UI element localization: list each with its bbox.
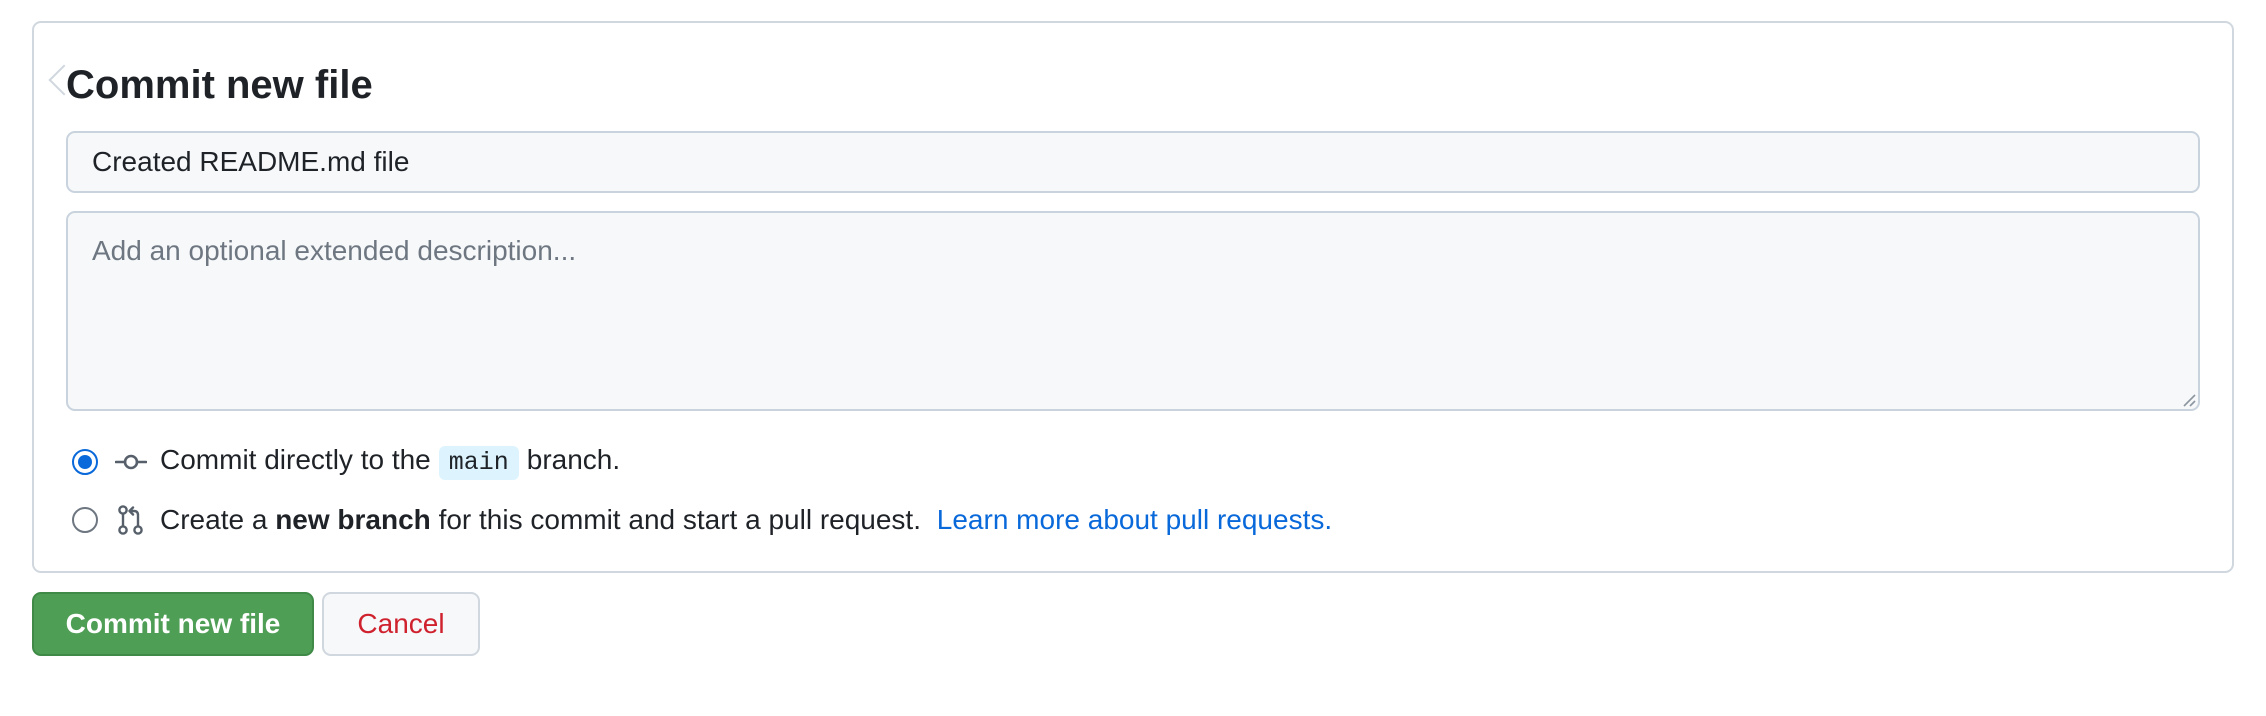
commit-description-textarea[interactable] — [66, 211, 2200, 411]
commit-new-file-button[interactable]: Commit new file — [32, 592, 314, 656]
commit-direct-option[interactable]: Commit directly to the main branch. — [72, 442, 620, 482]
new-branch-prefix: Create a — [160, 504, 268, 535]
new-branch-radio[interactable] — [72, 507, 98, 533]
new-branch-label: Create a new branch for this commit and … — [160, 504, 1332, 536]
resize-grip-icon[interactable] — [2180, 391, 2196, 407]
commit-direct-suffix: branch. — [526, 444, 621, 475]
new-branch-bold: new branch — [275, 504, 431, 535]
commit-direct-radio[interactable] — [72, 449, 98, 475]
new-branch-option[interactable]: Create a new branch for this commit and … — [72, 500, 1332, 540]
git-pull-request-icon — [114, 503, 148, 537]
commit-direct-prefix: Commit directly to the — [160, 444, 431, 475]
branch-name-badge: main — [438, 446, 519, 480]
new-branch-suffix: for this commit and start a pull request… — [438, 504, 921, 535]
commit-form-title: Commit new file — [66, 63, 373, 107]
cancel-button[interactable]: Cancel — [322, 592, 480, 656]
git-commit-icon — [114, 445, 148, 479]
commit-summary-input[interactable] — [66, 131, 2200, 193]
commit-direct-label: Commit directly to the main branch. — [160, 444, 620, 480]
page: Commit new file Commit directly to thema… — [0, 0, 2266, 716]
learn-more-pull-requests-link[interactable]: Learn more about pull requests. — [937, 504, 1332, 535]
